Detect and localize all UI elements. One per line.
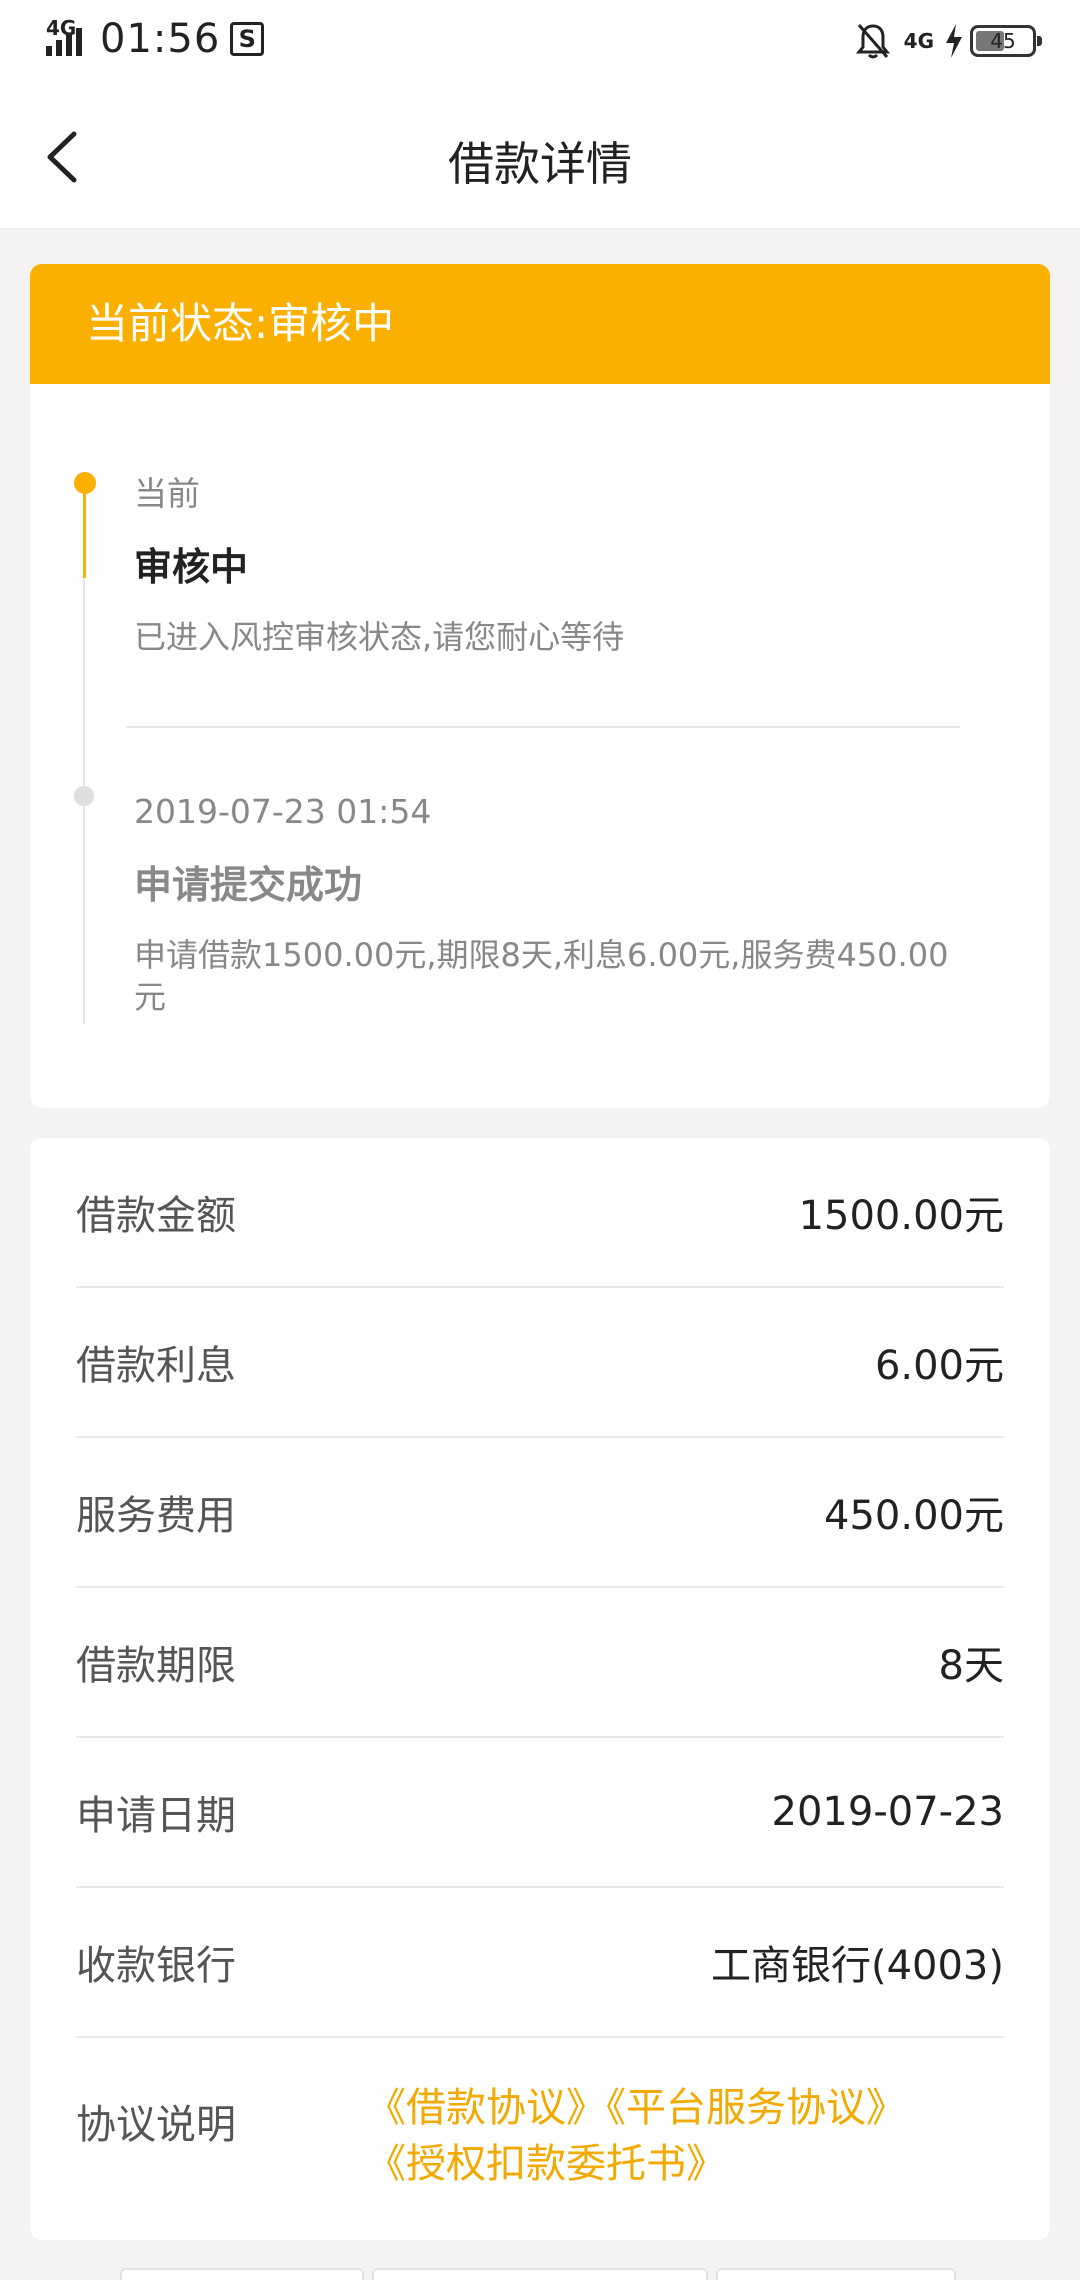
timeline-item-current: 当前 审核中 已进入风控审核状态,请您耐心等待: [134, 474, 970, 658]
timeline-desc: 已进入风控审核状态,请您耐心等待: [134, 618, 625, 656]
detail-row-amount: 借款金额 1500.00元: [76, 1138, 1004, 1288]
bell-muted-icon: [855, 24, 890, 59]
detail-value: 1500.00元: [798, 1193, 1004, 1239]
agreement-links: 《借款协议》《平台服务协议》 《授权扣款委托书》: [366, 2080, 986, 2192]
page-title: 借款详情: [448, 137, 632, 191]
timeline-line: [83, 504, 85, 1024]
charging-bolt-icon: [946, 24, 962, 58]
battery-icon: 45: [970, 25, 1042, 57]
detail-label: 服务费用: [76, 1493, 236, 1539]
detail-value: 工商银行(4003): [710, 1943, 1004, 1989]
timeline-item-submitted: 2019-07-23 01:54 申请提交成功 申请借款1500.00元,期限8…: [134, 792, 970, 1018]
agreement-row: 协议说明 《借款协议》《平台服务协议》 《授权扣款委托书》: [76, 2038, 1004, 2218]
timeline-line-active: [83, 488, 86, 578]
detail-label: 借款期限: [76, 1643, 236, 1689]
loan-agreement-link[interactable]: 《借款协议》: [366, 2085, 606, 2131]
signal-icon: 4G: [44, 16, 88, 62]
agreement-label: 协议说明: [76, 2102, 236, 2148]
bottom-button-partial[interactable]: [716, 2268, 956, 2280]
detail-row-term: 借款期限 8天: [76, 1588, 1004, 1738]
detail-value: 450.00元: [824, 1493, 1004, 1539]
detail-row-interest: 借款利息 6.00元: [76, 1288, 1004, 1438]
status-bar-right: 4G 45: [855, 22, 1042, 60]
timeline-title: 审核中: [134, 545, 249, 589]
nav-bar: 借款详情: [0, 84, 1080, 230]
detail-value: 6.00元: [874, 1343, 1004, 1389]
bottom-button-partial[interactable]: [372, 2268, 708, 2280]
status-bar: 4G 01:56 S 4G 45: [0, 0, 1080, 84]
detail-label: 借款金额: [76, 1193, 236, 1239]
status-time: 01:56: [100, 16, 221, 62]
network-type-right: 4G: [903, 29, 934, 53]
loan-details-card: 借款金额 1500.00元 借款利息 6.00元 服务费用 450.00元 借款…: [30, 1138, 1050, 2240]
detail-row-apply-date: 申请日期 2019-07-23: [76, 1738, 1004, 1888]
platform-service-agreement-link[interactable]: 《平台服务协议》: [606, 2085, 906, 2131]
current-status-header: 当前状态:审核中: [30, 264, 1050, 384]
timeline-dot-active: [74, 472, 96, 494]
deduction-authorization-link[interactable]: 《授权扣款委托书》: [366, 2141, 726, 2187]
status-bar-left: 4G 01:56 S: [44, 16, 265, 62]
detail-label: 申请日期: [76, 1793, 236, 1839]
timeline-desc: 申请借款1500.00元,期限8天,利息6.00元,服务费450.00元: [134, 936, 949, 1016]
detail-label: 借款利息: [76, 1343, 236, 1389]
battery-level: 45: [990, 29, 1016, 53]
detail-value: 8天: [938, 1643, 1004, 1689]
timeline-title: 申请提交成功: [134, 863, 363, 907]
timeline-tag: 当前: [134, 474, 200, 513]
detail-row-bank: 收款银行 工商银行(4003): [76, 1888, 1004, 2038]
status-timeline: 当前 审核中 已进入风控审核状态,请您耐心等待 2019-07-23 01:54…: [30, 384, 1050, 1108]
detail-value: 2019-07-23: [771, 1789, 1004, 1835]
status-card: 当前状态:审核中 当前 审核中 已进入风控审核状态,请您耐心等待 2019-07…: [30, 264, 1050, 1108]
sim-s-icon: S: [230, 22, 265, 56]
timeline-dot: [74, 786, 94, 806]
detail-row-service-fee: 服务费用 450.00元: [76, 1438, 1004, 1588]
bottom-button-partial[interactable]: [120, 2268, 364, 2280]
timeline-divider: [126, 726, 960, 728]
detail-label: 收款银行: [76, 1943, 236, 1989]
timeline-timestamp: 2019-07-23 01:54: [134, 792, 432, 831]
